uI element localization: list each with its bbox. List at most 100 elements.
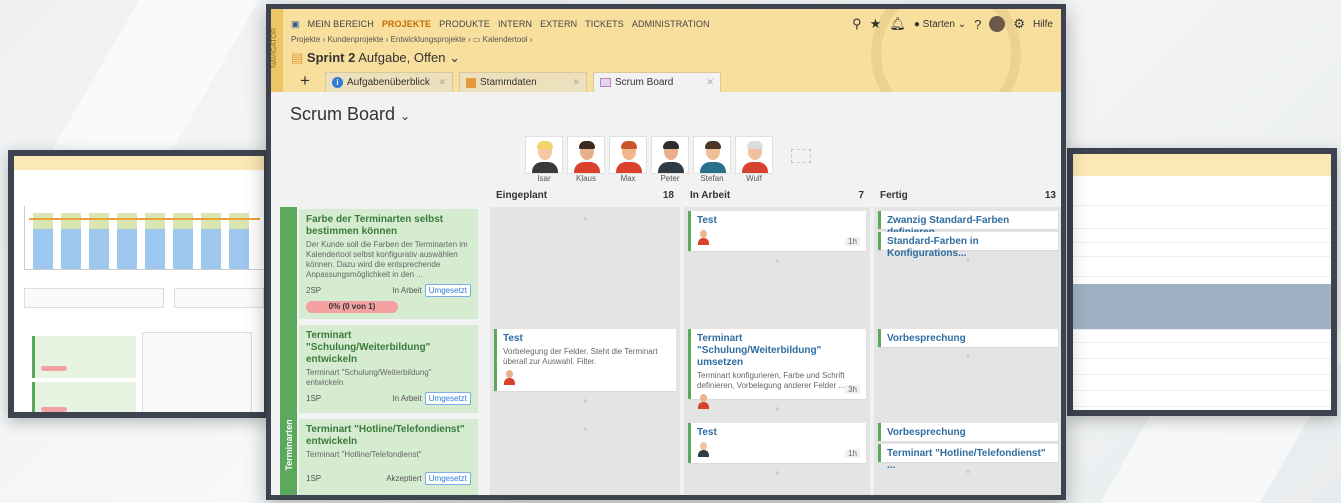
nav-item-extern[interactable]: EXTERN	[540, 19, 577, 30]
story-title[interactable]: Farbe der Terminarten selbst bestimmen k…	[306, 214, 471, 238]
help-link[interactable]: Hilfe	[1033, 19, 1053, 30]
add-task-button[interactable]: +	[878, 254, 1058, 266]
preview-row	[1073, 234, 1331, 243]
close-icon[interactable]: ✕	[706, 77, 714, 88]
preview-column	[142, 332, 252, 412]
story-card[interactable]: Farbe der Terminarten selbst bestimmen k…	[299, 209, 478, 319]
story-description: Terminart "Hotline/Telefondienst"	[306, 450, 422, 459]
preview-story-card	[32, 336, 136, 378]
task-title[interactable]: Vorbesprechung	[887, 333, 1052, 345]
tab-bar: + i Aufgabenüberblick ✕ Stammdaten ✕ Scrum …	[291, 70, 721, 92]
preview-burndown-chart	[24, 206, 264, 270]
close-icon[interactable]: ✕	[438, 77, 446, 88]
add-task-button[interactable]: +	[494, 395, 676, 407]
task-card[interactable]: Terminart "Schulung/Weiterbildung" umset…	[688, 329, 866, 409]
tab-label: Stammdaten	[480, 77, 537, 88]
story-description: Terminart "Schulung/Weiterbildung" entwi…	[306, 368, 432, 387]
preview-nav	[1073, 154, 1331, 176]
story-card[interactable]: Terminart "Schulung/Weiterbildung" entwi…	[299, 325, 478, 413]
member-name: Max	[620, 174, 636, 183]
scrum-board: Terminarten Eingeplant 18 In Arbeit 7 Fert…	[280, 187, 1061, 495]
tab-aufgabenueberblick[interactable]: i Aufgabenüberblick ✕	[325, 72, 453, 92]
task-title[interactable]: Terminart "Schulung/Weiterbildung" umset…	[697, 333, 860, 369]
nav-item-projekte[interactable]: PROJEKTE	[382, 19, 431, 30]
member-name: Wulf	[746, 174, 762, 183]
sprint-selector[interactable]: ▤ Sprint 2 Aufgabe, Offen ⌄	[291, 50, 460, 66]
tab-scrum-board[interactable]: Scrum Board ✕	[593, 72, 721, 92]
task-card[interactable]: Test 1h	[688, 423, 866, 463]
task-title[interactable]: Vorbesprechung	[887, 427, 1052, 439]
navigator-toggle[interactable]: NAVIGATOR	[271, 9, 283, 92]
background-shape	[40, 0, 260, 170]
start-menu[interactable]: ● Starten ⌄	[914, 19, 966, 30]
bell-icon[interactable]: 🔔︎	[889, 16, 906, 32]
story-points: 2SP	[306, 286, 322, 295]
task-title[interactable]: Test	[503, 333, 670, 345]
rocket-icon: ●	[913, 18, 920, 30]
story-card[interactable]: Terminart "Hotline/Telefondienst" entwic…	[299, 419, 478, 495]
task-title[interactable]: Test	[697, 427, 860, 439]
tab-label: Scrum Board	[615, 77, 674, 88]
swimlane-label: Terminarten	[280, 207, 297, 495]
task-card[interactable]: Vorbesprechung	[878, 423, 1058, 441]
nav-home-icon[interactable]: ▣	[291, 19, 300, 30]
story-description: Der Kunde soll die Farben der Terminarte…	[306, 240, 468, 279]
task-title[interactable]: Test	[697, 215, 860, 227]
nav-item-mein-bereich[interactable]: MEIN BEREICH	[308, 19, 374, 30]
app-header: NAVIGATOR ▣ MEIN BEREICH PROJEKTE PRODUK…	[271, 9, 1061, 92]
member-name: Stefan	[700, 174, 724, 183]
add-task-button[interactable]: +	[494, 423, 676, 435]
preview-nav	[14, 156, 264, 170]
story-status: In Arbeit	[392, 286, 422, 295]
page-title[interactable]: Scrum Board ⌄	[290, 104, 410, 125]
umgesetzt-button[interactable]: Umgesetzt	[424, 392, 471, 405]
progress-badge: 0% (0 von 1)	[306, 301, 398, 313]
search-icon[interactable]: ⚲	[852, 16, 862, 32]
preview-title	[14, 170, 264, 178]
tab-stammdaten[interactable]: Stammdaten ✕	[459, 72, 587, 92]
breadcrumb[interactable]: Projekte › Kundenprojekte › Entwicklungs…	[291, 35, 532, 44]
member-wulf[interactable]: Wulf	[735, 136, 773, 183]
member-peter[interactable]: Peter	[651, 136, 689, 183]
nav-item-produkte[interactable]: PRODUKTE	[439, 19, 490, 30]
help-circle-icon[interactable]: ?	[974, 17, 981, 32]
add-task-button[interactable]: +	[688, 403, 866, 415]
gear-icon[interactable]: ⚙	[1013, 16, 1025, 32]
member-max[interactable]: Max	[609, 136, 647, 183]
column-header-in-arbeit: In Arbeit 7	[684, 187, 870, 205]
task-card[interactable]: Test 1h	[688, 211, 866, 251]
close-icon[interactable]: ✕	[572, 77, 580, 88]
task-description: Vorbelegung der Felder. Steht die Termin…	[503, 347, 658, 366]
task-description: Terminart konfigurieren, Farbe und Schri…	[697, 371, 846, 390]
user-avatar[interactable]	[989, 16, 1006, 32]
team-members: Isar Klaus Max Peter Stefan Wulf	[525, 136, 773, 183]
task-card[interactable]: Test Vorbelegung der Felder. Steht die T…	[494, 329, 676, 391]
preview-story-card	[32, 382, 136, 412]
story-title[interactable]: Terminart "Schulung/Weiterbildung" entwi…	[306, 330, 471, 366]
task-hours: 1h	[845, 449, 860, 458]
add-tab-button[interactable]: +	[291, 72, 319, 92]
star-icon[interactable]: ★	[870, 16, 882, 32]
add-task-button[interactable]: +	[496, 213, 674, 225]
task-card[interactable]: Zwanzig Standard-Farben definieren	[878, 211, 1058, 238]
add-task-button[interactable]: +	[688, 467, 866, 479]
nav-item-administration[interactable]: ADMINISTRATION	[632, 19, 710, 30]
task-card[interactable]: Terminart "Hotline/Telefondienst" ...	[878, 444, 1058, 471]
member-klaus[interactable]: Klaus	[567, 136, 605, 183]
add-task-button[interactable]: +	[878, 351, 1058, 363]
nav-item-intern[interactable]: INTERN	[498, 19, 532, 30]
task-card[interactable]: Standard-Farben in Konfigurations...	[878, 232, 1058, 259]
nav-item-tickets[interactable]: TICKETS	[585, 19, 624, 30]
umgesetzt-button[interactable]: Umgesetzt	[424, 472, 471, 485]
add-task-button[interactable]: +	[878, 466, 1058, 478]
member-stefan[interactable]: Stefan	[693, 136, 731, 183]
story-status: Akzeptiert	[386, 474, 422, 483]
member-isar[interactable]: Isar	[525, 136, 563, 183]
add-task-button[interactable]: +	[688, 255, 866, 267]
team-settings-icon[interactable]	[791, 149, 811, 163]
story-title[interactable]: Terminart "Hotline/Telefondienst" entwic…	[306, 424, 471, 448]
sprint-name: Sprint 2	[306, 50, 356, 65]
page-title-text: Scrum Board	[290, 104, 396, 124]
umgesetzt-button[interactable]: Umgesetzt	[424, 284, 471, 297]
task-card[interactable]: Vorbesprechung	[878, 329, 1058, 347]
